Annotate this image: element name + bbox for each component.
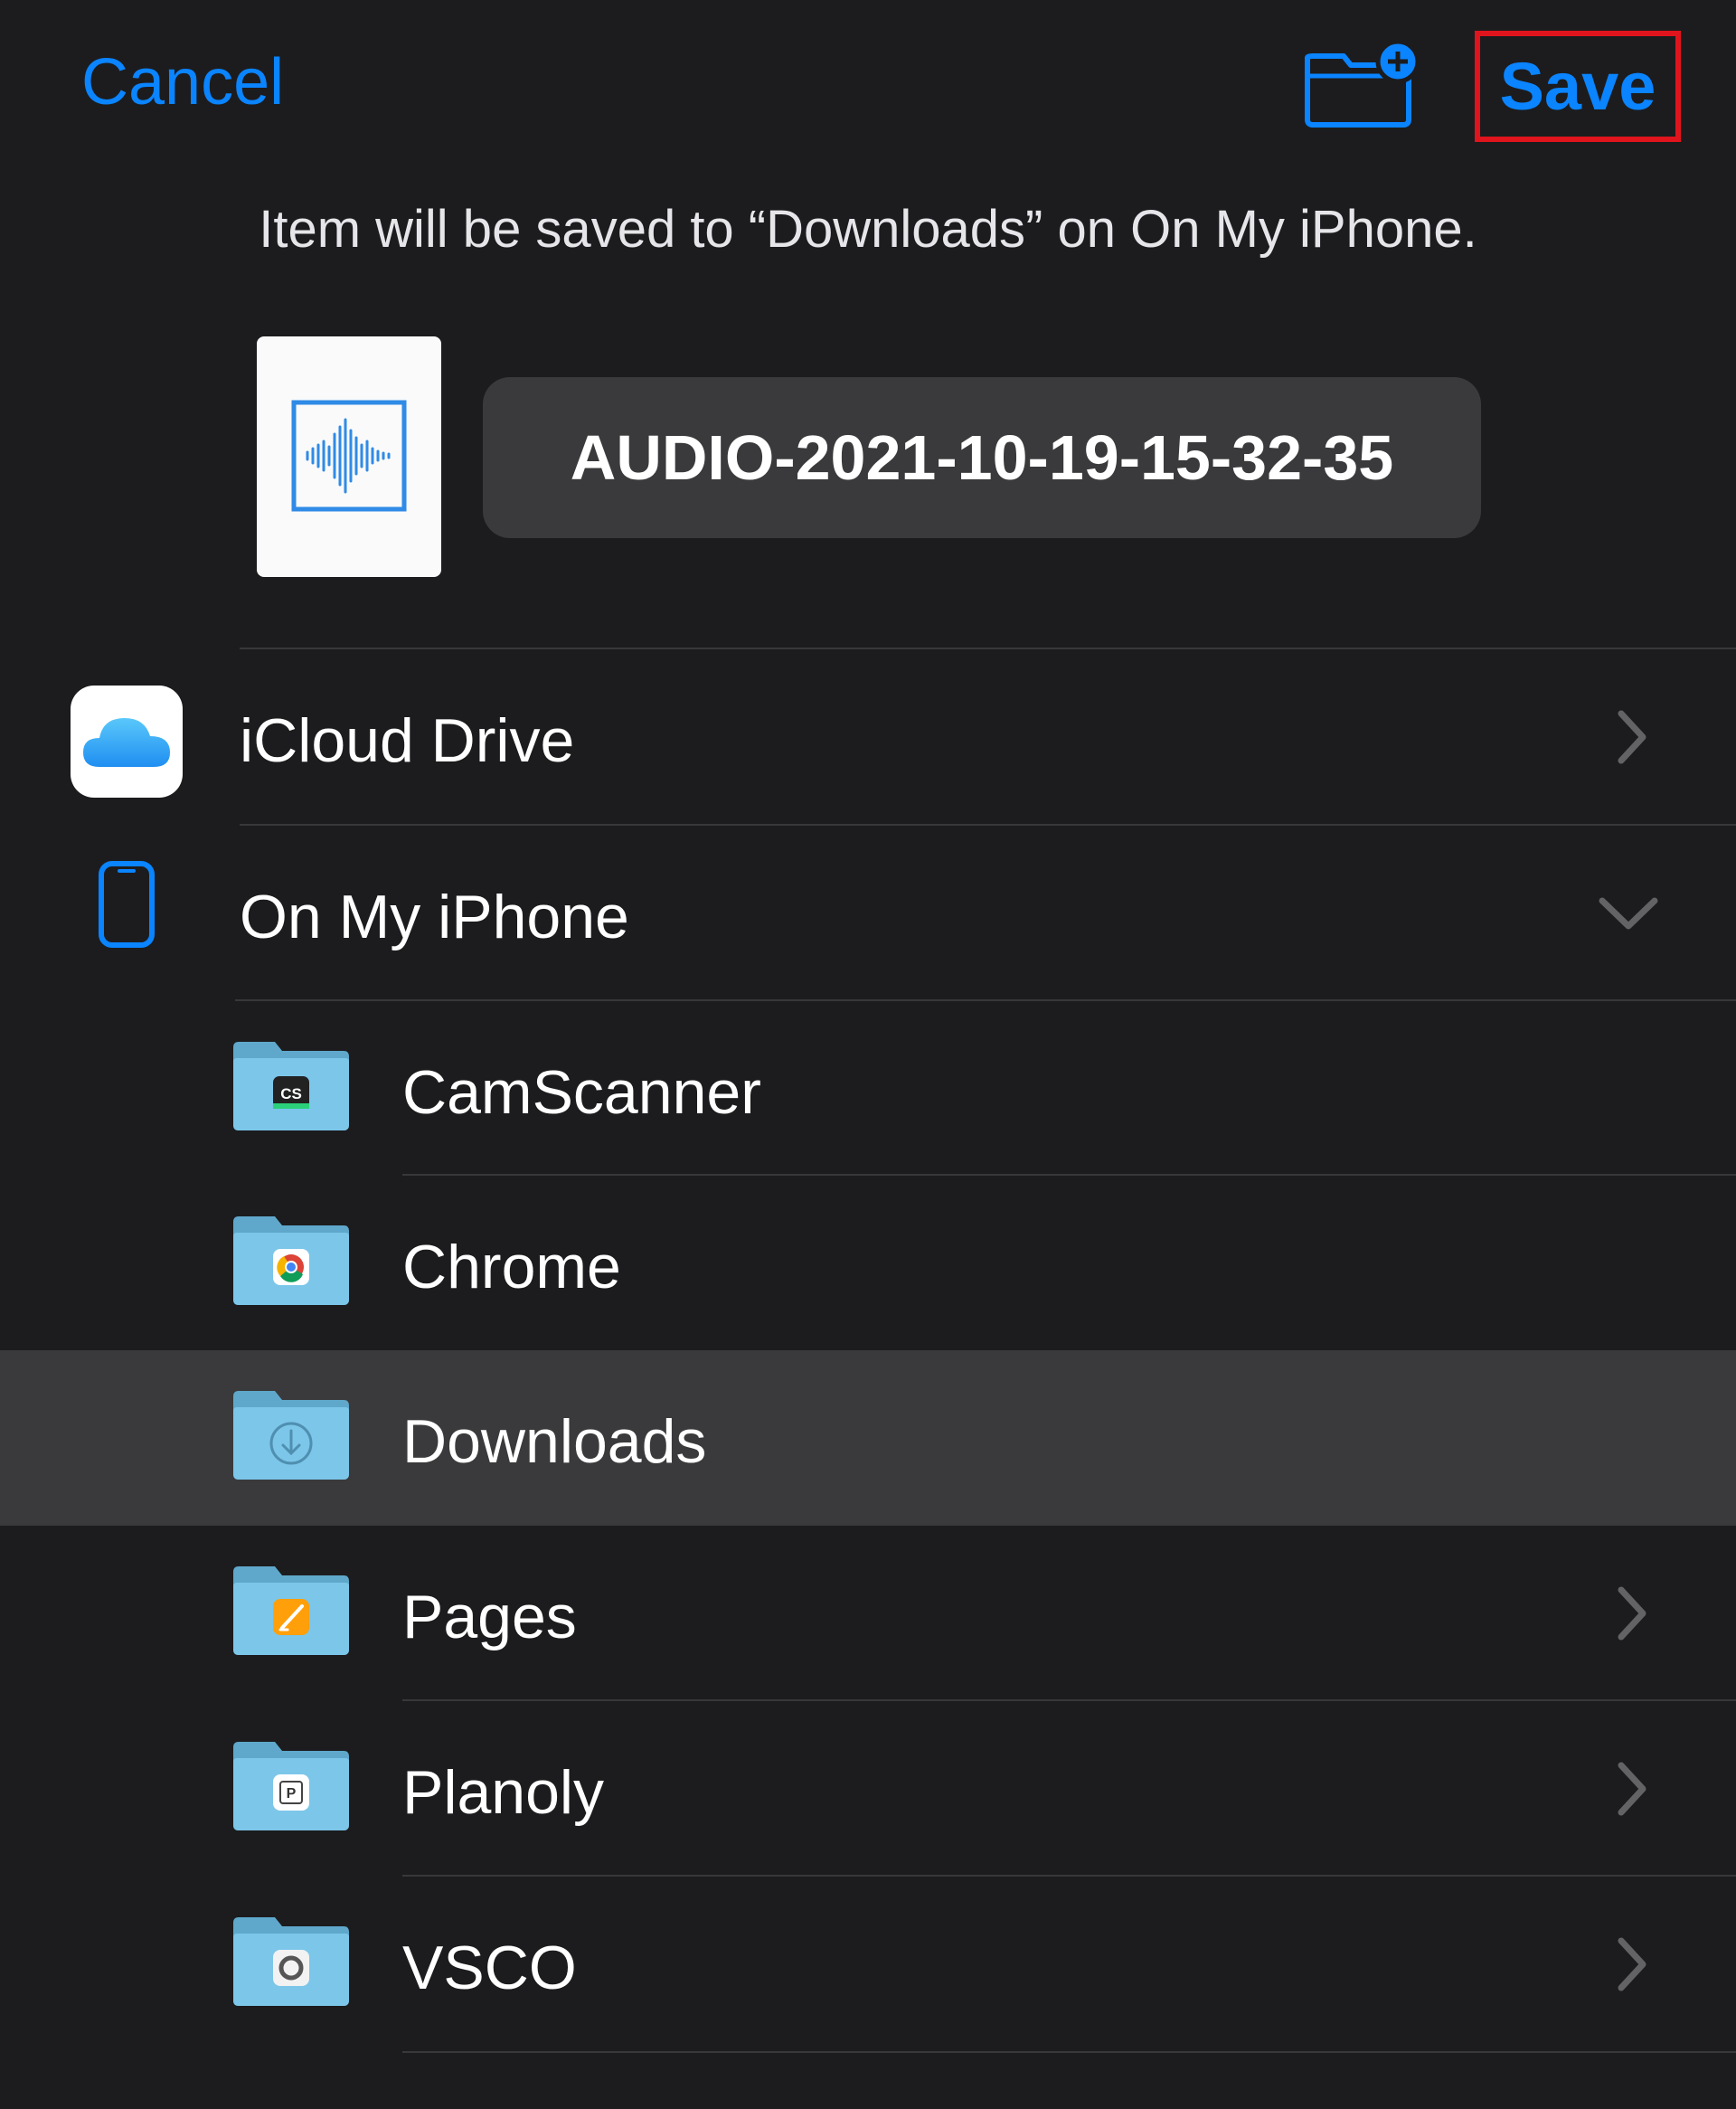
folder-label: Chrome	[402, 1233, 621, 1301]
new-folder-button[interactable]	[1302, 39, 1424, 130]
camscanner-folder-icon: CS	[233, 1042, 349, 1130]
vsco-folder-icon	[233, 1917, 349, 2006]
downloads-folder-icon	[233, 1391, 349, 1480]
folder-label: Downloads	[402, 1407, 707, 1476]
filename-field[interactable]	[483, 377, 1481, 538]
chevron-right-icon	[1614, 649, 1650, 825]
folder-label: Planoly	[402, 1758, 605, 1827]
folder-row-chrome[interactable]: Chrome	[0, 1176, 1736, 1351]
audio-waveform-icon	[291, 400, 407, 512]
pages-logo-icon	[273, 1599, 309, 1635]
folder-label: VSCO	[402, 1934, 577, 2002]
chevron-down-icon	[1597, 826, 1660, 1001]
folder-row-planoly[interactable]: P Planoly	[0, 1701, 1736, 1877]
save-button[interactable]: Save	[1475, 31, 1681, 142]
cancel-button[interactable]: Cancel	[81, 45, 284, 119]
location-row-icloud-drive[interactable]: iCloud Drive	[0, 649, 1736, 825]
chevron-right-icon	[1614, 1526, 1650, 1701]
vsco-logo-icon	[273, 1950, 309, 1986]
save-destination-message: Item will be saved to “Downloads” on On …	[259, 200, 1477, 259]
pages-folder-icon	[233, 1566, 349, 1655]
folder-row-pages[interactable]: Pages	[0, 1526, 1736, 1701]
location-label: On My iPhone	[240, 883, 629, 951]
iphone-icon	[99, 861, 155, 948]
svg-text:CS: CS	[280, 1085, 302, 1102]
svg-text:P: P	[287, 1786, 297, 1802]
folder-label: Pages	[402, 1583, 577, 1651]
chevron-right-icon	[1614, 1701, 1650, 1877]
separator	[402, 2051, 1736, 2053]
file-thumbnail	[257, 336, 441, 577]
folder-label: CamScanner	[402, 1058, 761, 1127]
folder-row-downloads[interactable]: Downloads	[0, 1350, 1736, 1526]
folder-badge-plus-icon	[1305, 39, 1420, 128]
chrome-folder-icon	[233, 1216, 349, 1305]
chevron-right-icon	[1614, 1877, 1650, 2052]
folder-row-vsco[interactable]: VSCO	[0, 1877, 1736, 2052]
folder-row-camscanner[interactable]: CS CamScanner	[0, 1001, 1736, 1177]
location-label: iCloud Drive	[240, 706, 575, 775]
planoly-folder-icon: P	[233, 1742, 349, 1830]
location-row-on-my-iphone[interactable]: On My iPhone	[0, 826, 1736, 1001]
icloud-icon	[71, 686, 183, 798]
